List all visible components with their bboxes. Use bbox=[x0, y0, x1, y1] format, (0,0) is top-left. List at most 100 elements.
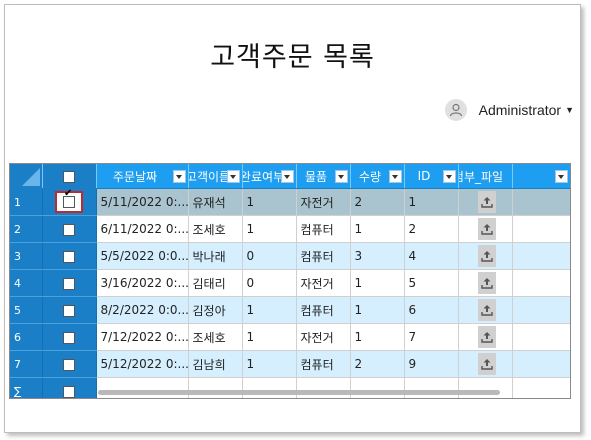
header-checkbox-cell[interactable] bbox=[42, 164, 97, 189]
row-checkbox[interactable] bbox=[63, 331, 75, 344]
row-number[interactable]: 1 bbox=[10, 188, 43, 216]
cell-customer[interactable]: 조세호 bbox=[188, 215, 243, 243]
row-number[interactable]: 4 bbox=[10, 269, 43, 297]
cell-date[interactable]: 6/11/2022 0:... bbox=[96, 215, 189, 243]
cell-item[interactable]: 컴퓨터 bbox=[296, 242, 351, 270]
upload-icon[interactable] bbox=[478, 245, 496, 267]
cell-done[interactable]: 1 bbox=[242, 215, 297, 243]
cell-attachment[interactable] bbox=[458, 296, 513, 324]
cell-extra[interactable] bbox=[512, 242, 570, 270]
row-checkbox[interactable] bbox=[63, 250, 75, 263]
cell-attachment[interactable] bbox=[458, 215, 513, 243]
row-checkbox-cell[interactable] bbox=[42, 242, 97, 270]
cell-done[interactable]: 1 bbox=[242, 296, 297, 324]
cell-date[interactable]: 5/5/2022 0:0... bbox=[96, 242, 189, 270]
horizontal-scrollbar[interactable] bbox=[98, 390, 500, 395]
cell-attachment[interactable] bbox=[458, 323, 513, 351]
column-header-extra[interactable] bbox=[512, 164, 570, 189]
row-checkbox[interactable] bbox=[63, 196, 75, 208]
summary-checkbox[interactable] bbox=[63, 385, 75, 398]
column-header-item[interactable]: 물품 bbox=[296, 164, 351, 189]
table-row[interactable]: 3 5/5/2022 0:0... 박나래 0 컴퓨터 3 4 bbox=[10, 242, 570, 270]
cell-extra[interactable] bbox=[512, 215, 570, 243]
cell-item[interactable]: 컴퓨터 bbox=[296, 350, 351, 378]
filter-dropdown-icon[interactable] bbox=[226, 170, 240, 183]
cell-attachment[interactable] bbox=[458, 269, 513, 297]
cell-customer[interactable]: 김남희 bbox=[188, 350, 243, 378]
cell-item[interactable]: 컴퓨터 bbox=[296, 215, 351, 243]
filter-dropdown-icon[interactable] bbox=[554, 170, 568, 183]
column-header-id[interactable]: ID bbox=[404, 164, 459, 189]
select-all-checkbox[interactable] bbox=[63, 170, 75, 183]
cell-extra[interactable] bbox=[512, 269, 570, 297]
cell-date[interactable]: 5/12/2022 0:... bbox=[96, 350, 189, 378]
cell-qty[interactable]: 1 bbox=[350, 296, 405, 324]
upload-icon[interactable] bbox=[478, 272, 496, 294]
cell-done[interactable]: 1 bbox=[242, 188, 297, 216]
cell-id[interactable]: 9 bbox=[404, 350, 459, 378]
row-checkbox-cell[interactable] bbox=[42, 350, 97, 378]
table-row[interactable]: 5 8/2/2022 0:0... 김정아 1 컴퓨터 1 6 bbox=[10, 296, 570, 324]
row-number[interactable]: 3 bbox=[10, 242, 43, 270]
cell-date[interactable]: 8/2/2022 0:0... bbox=[96, 296, 189, 324]
cell-item[interactable]: 자전거 bbox=[296, 269, 351, 297]
cell-extra[interactable] bbox=[512, 188, 570, 216]
column-header-date[interactable]: 주문날짜 bbox=[96, 164, 189, 189]
cell-id[interactable]: 4 bbox=[404, 242, 459, 270]
column-header-attachment[interactable]: 첨부_파일 bbox=[458, 164, 513, 189]
cell-extra[interactable] bbox=[512, 296, 570, 324]
summary-checkbox-cell[interactable] bbox=[42, 377, 97, 398]
upload-icon[interactable] bbox=[478, 353, 496, 375]
cell-customer[interactable]: 김태리 bbox=[188, 269, 243, 297]
row-number[interactable]: 5 bbox=[10, 296, 43, 324]
upload-icon[interactable] bbox=[478, 299, 496, 321]
cell-item[interactable]: 자전거 bbox=[296, 323, 351, 351]
cell-done[interactable]: 0 bbox=[242, 269, 297, 297]
cell-qty[interactable]: 2 bbox=[350, 350, 405, 378]
cell-extra[interactable] bbox=[512, 323, 570, 351]
table-row[interactable]: 6 7/12/2022 0:... 조세호 1 자전거 1 7 bbox=[10, 323, 570, 351]
row-checkbox-cell[interactable] bbox=[42, 188, 97, 216]
cell-customer[interactable]: 박나래 bbox=[188, 242, 243, 270]
upload-icon[interactable] bbox=[478, 218, 496, 240]
table-row[interactable]: 7 5/12/2022 0:... 김남희 1 컴퓨터 2 9 bbox=[10, 350, 570, 378]
cell-attachment[interactable] bbox=[458, 350, 513, 378]
row-number[interactable]: 2 bbox=[10, 215, 43, 243]
row-number[interactable]: 7 bbox=[10, 350, 43, 378]
upload-icon[interactable] bbox=[478, 191, 496, 213]
filter-dropdown-icon[interactable] bbox=[334, 170, 348, 183]
cell-qty[interactable]: 3 bbox=[350, 242, 405, 270]
cell-date[interactable]: 5/11/2022 0:... bbox=[96, 188, 189, 216]
select-all-corner[interactable] bbox=[10, 164, 43, 189]
cell-id[interactable]: 2 bbox=[404, 215, 459, 243]
table-row[interactable]: 15/11/2022 0:...유재석1자전거21 bbox=[10, 188, 570, 216]
row-checkbox-cell[interactable] bbox=[42, 269, 97, 297]
row-checkbox-cell[interactable] bbox=[42, 215, 97, 243]
cell-customer[interactable]: 유재석 bbox=[188, 188, 243, 216]
filter-dropdown-icon[interactable] bbox=[388, 170, 402, 183]
table-row[interactable]: 2 6/11/2022 0:... 조세호 1 컴퓨터 1 2 bbox=[10, 215, 570, 243]
cell-customer[interactable]: 김정아 bbox=[188, 296, 243, 324]
order-grid[interactable]: 주문날짜 고객이름 완료여부 물품 수량 ID 첨부_파일 1 5/11/2022… bbox=[9, 163, 571, 399]
cell-attachment[interactable] bbox=[458, 242, 513, 270]
filter-dropdown-icon[interactable] bbox=[442, 170, 456, 183]
column-header-qty[interactable]: 수량 bbox=[350, 164, 405, 189]
cell-id[interactable]: 6 bbox=[404, 296, 459, 324]
row-checkbox[interactable] bbox=[63, 304, 75, 317]
column-header-customer[interactable]: 고객이름 bbox=[188, 164, 243, 189]
cell-done[interactable]: 1 bbox=[242, 323, 297, 351]
cell-id[interactable]: 5 bbox=[404, 269, 459, 297]
row-checkbox[interactable] bbox=[63, 277, 75, 290]
cell-date[interactable]: 7/12/2022 0:... bbox=[96, 323, 189, 351]
filter-dropdown-icon[interactable] bbox=[172, 170, 186, 183]
cell-id[interactable]: 7 bbox=[404, 323, 459, 351]
table-row[interactable]: 4 3/16/2022 0:... 김태리 0 자전거 1 5 bbox=[10, 269, 570, 297]
cell-done[interactable]: 1 bbox=[242, 350, 297, 378]
column-header-done[interactable]: 완료여부 bbox=[242, 164, 297, 189]
cell-date[interactable]: 3/16/2022 0:... bbox=[96, 269, 189, 297]
cell-qty[interactable]: 1 bbox=[350, 215, 405, 243]
row-checkbox-cell[interactable] bbox=[42, 296, 97, 324]
cell-item[interactable]: 자전거 bbox=[296, 188, 351, 216]
cell-qty[interactable]: 2 bbox=[350, 188, 405, 216]
cell-qty[interactable]: 1 bbox=[350, 323, 405, 351]
